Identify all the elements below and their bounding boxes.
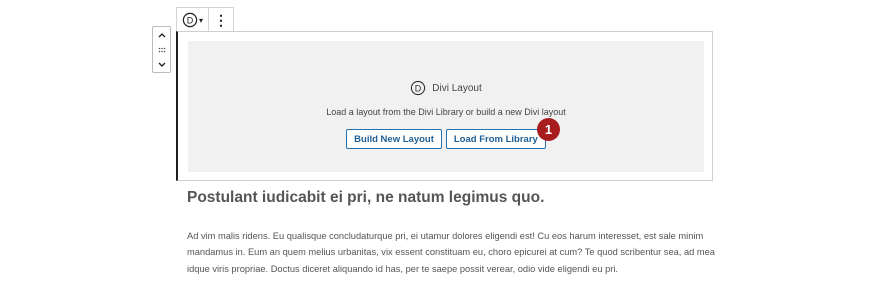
more-options-button[interactable]: ⋮ (209, 8, 233, 32)
divi-logo-icon: D (411, 80, 426, 96)
move-up-button[interactable] (153, 28, 170, 41)
load-from-library-button[interactable]: Load From Library (445, 129, 546, 149)
post-paragraph: Ad vim malis ridens. Eu qualisque conclu… (187, 231, 715, 274)
svg-text:D: D (187, 15, 194, 25)
build-new-layout-button[interactable]: Build New Layout (346, 129, 442, 149)
block-mover (152, 26, 171, 73)
more-vertical-icon: ⋮ (214, 11, 228, 28)
placeholder-actions: Build New Layout Load From Library (188, 129, 704, 149)
post-heading: Postulant iudicabit ei pri, ne natum leg… (187, 189, 545, 206)
drag-handle-icon (158, 47, 165, 52)
chevron-up-icon (158, 32, 165, 37)
block-toolbar: D ▾ ⋮ (176, 7, 234, 32)
drag-handle[interactable] (153, 43, 170, 56)
placeholder-title: D Divi Layout (188, 80, 704, 96)
step-number-badge: 1 (537, 118, 560, 141)
chevron-down-icon (158, 62, 165, 67)
divi-layout-block[interactable]: D Divi Layout Load a layout from the Div… (176, 31, 713, 181)
divi-placeholder: D Divi Layout Load a layout from the Div… (188, 41, 704, 172)
placeholder-description: Load a layout from the Divi Library or b… (326, 107, 566, 117)
move-down-button[interactable] (153, 58, 170, 71)
chevron-down-icon: ▾ (198, 15, 203, 25)
svg-text:D: D (415, 83, 422, 93)
divi-logo-icon: D (182, 12, 198, 28)
placeholder-title-text: Divi Layout (432, 82, 482, 94)
block-switcher-button[interactable]: D ▾ (177, 8, 209, 32)
